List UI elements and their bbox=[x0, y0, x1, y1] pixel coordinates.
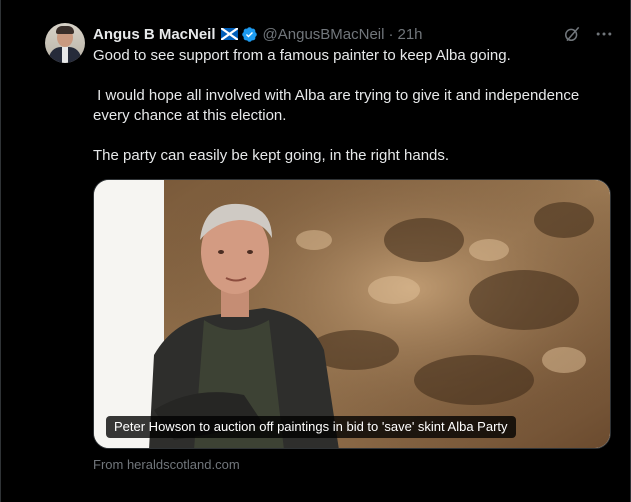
tweet-text-line-2: I would hope all involved with Alba are … bbox=[93, 87, 584, 124]
tweet-card[interactable]: Angus B MacNeil @AngusBMacNeil · 21h Goo… bbox=[0, 0, 631, 502]
link-card-image[interactable]: Peter Howson to auction off paintings in… bbox=[93, 179, 611, 449]
avatar[interactable] bbox=[45, 23, 85, 63]
tweet-text: Good to see support from a famous painte… bbox=[93, 46, 613, 166]
link-source[interactable]: From heraldscotland.com bbox=[93, 457, 240, 472]
tweet-actions-top bbox=[562, 24, 614, 44]
link-card-caption[interactable]: Peter Howson to auction off paintings in… bbox=[106, 416, 516, 438]
post-time[interactable]: 21h bbox=[397, 26, 422, 43]
article-photo bbox=[94, 180, 610, 448]
separator-dot: · bbox=[388, 25, 394, 43]
author-handle[interactable]: @AngusBMacNeil bbox=[263, 26, 385, 43]
tweet-text-line-1: Good to see support from a famous painte… bbox=[93, 47, 511, 64]
tweet-text-line-3: The party can easily be kept going, in t… bbox=[93, 147, 450, 164]
grok-icon[interactable] bbox=[562, 24, 582, 44]
more-options-icon[interactable] bbox=[594, 24, 614, 44]
scotland-flag-icon bbox=[220, 28, 238, 40]
tweet-header: Angus B MacNeil @AngusBMacNeil · 21h bbox=[93, 24, 423, 44]
verified-badge-icon[interactable] bbox=[241, 26, 258, 43]
author-name[interactable]: Angus B MacNeil bbox=[93, 26, 216, 43]
